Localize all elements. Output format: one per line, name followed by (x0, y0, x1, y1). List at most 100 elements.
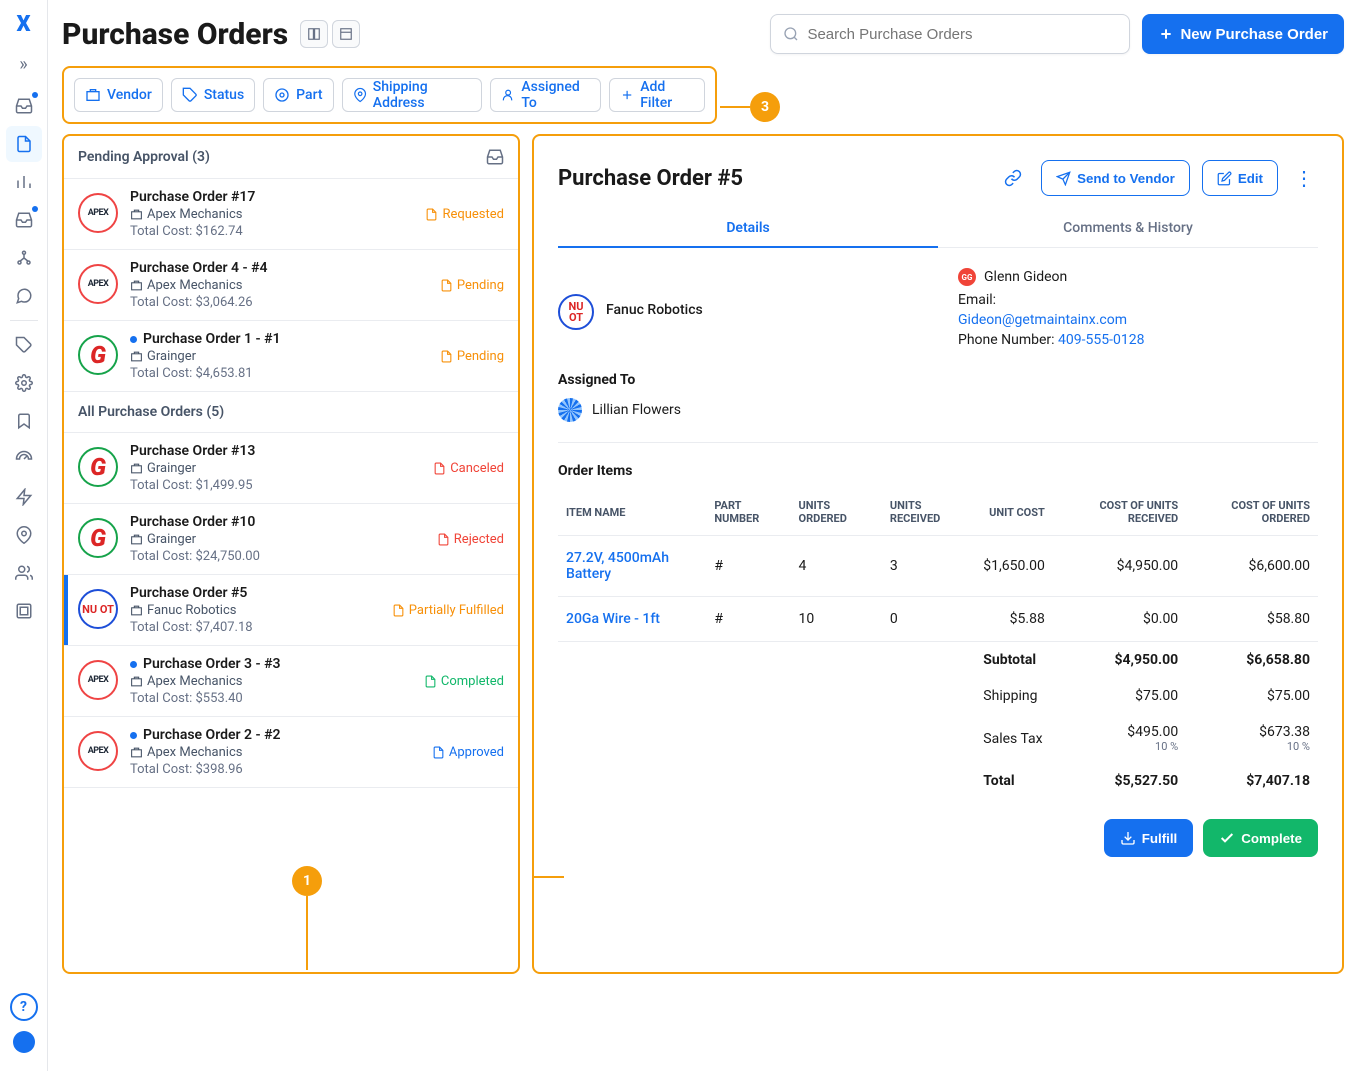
vendor-avatar: NUOT (558, 294, 594, 330)
vendor-avatar-icon: APEX (78, 193, 118, 233)
nav-assets[interactable] (6, 240, 42, 276)
expand-sidebar-icon[interactable]: » (6, 46, 42, 82)
nav-categories[interactable] (6, 327, 42, 363)
vendor-avatar-icon: APEX (78, 731, 118, 771)
download-icon (1120, 830, 1136, 846)
nav-requests[interactable] (6, 202, 42, 238)
page-header: Purchase Orders New Purchase Order (62, 14, 1344, 54)
filter-part[interactable]: Part (263, 78, 333, 112)
nav-bookmark[interactable] (6, 403, 42, 439)
item-name-link[interactable]: 27.2V, 4500mAh Battery (558, 536, 706, 597)
user-avatar[interactable] (13, 1031, 35, 1053)
nav-purchase-orders[interactable] (6, 126, 42, 162)
fulfill-button[interactable]: Fulfill (1104, 819, 1194, 857)
po-list-item[interactable]: APEX Purchase Order 3 - #3 Apex Mechanic… (64, 646, 518, 717)
po-vendor: Apex Mechanics (130, 674, 412, 689)
view-toggle-table[interactable] (332, 20, 360, 48)
nav-locations[interactable] (6, 517, 42, 553)
nav-reporting[interactable] (6, 164, 42, 200)
po-list-item[interactable]: G Purchase Order #13 Grainger Total Cost… (64, 433, 518, 504)
callout-1: 1 (292, 866, 322, 970)
vendor-avatar-icon: APEX (78, 264, 118, 304)
po-cost: Total Cost: $162.74 (130, 224, 413, 239)
po-list-item[interactable]: APEX Purchase Order 2 - #2 Apex Mechanic… (64, 717, 518, 788)
po-cost: Total Cost: $24,750.00 (130, 549, 425, 564)
po-list-item[interactable]: APEX Purchase Order 4 - #4 Apex Mechanic… (64, 250, 518, 321)
po-name: Purchase Order 2 - #2 (130, 727, 420, 743)
view-toggle-split[interactable] (300, 20, 328, 48)
search-input[interactable] (807, 26, 1117, 43)
new-purchase-order-button[interactable]: New Purchase Order (1142, 14, 1344, 54)
nav-teams[interactable] (6, 555, 42, 591)
more-actions-button[interactable]: ⋮ (1290, 166, 1318, 190)
tab-comments-history[interactable]: Comments & History (938, 210, 1318, 247)
app-logo: X (10, 10, 38, 38)
send-to-vendor-button[interactable]: Send to Vendor (1041, 160, 1190, 196)
po-list-item[interactable]: G Purchase Order #10 Grainger Total Cost… (64, 504, 518, 575)
plus-icon (1158, 26, 1174, 42)
vendor-avatar-icon: G (78, 335, 118, 375)
po-vendor: Apex Mechanics (130, 278, 428, 293)
col-item-name: ITEM NAME (558, 489, 706, 536)
search-box[interactable] (770, 14, 1130, 54)
contact-phone[interactable]: 409-555-0128 (1058, 332, 1144, 348)
nav-automations[interactable] (6, 479, 42, 515)
all-orders-header: All Purchase Orders (5) (64, 392, 518, 433)
nav-settings[interactable] (6, 365, 42, 401)
vendor-info: NUOT Fanuc Robotics (558, 268, 918, 352)
po-list-item[interactable]: NU OT Purchase Order #5 Fanuc Robotics T… (64, 575, 518, 646)
po-status: Rejected (437, 514, 504, 564)
assigned-to-label: Assigned To (558, 372, 1318, 388)
po-list-panel: Pending Approval (3) APEX Purchase Order… (62, 134, 520, 974)
po-status: Partially Fulfilled (392, 585, 504, 635)
nav-library[interactable] (6, 593, 42, 629)
contact-info: GG Glenn Gideon Email: Gideon@getmaintai… (958, 268, 1318, 352)
po-status: Requested (425, 189, 504, 239)
edit-button[interactable]: Edit (1202, 160, 1278, 196)
po-status: Approved (432, 727, 504, 777)
po-name: Purchase Order 1 - #1 (130, 331, 428, 347)
check-icon (1219, 830, 1235, 846)
po-name: Purchase Order #13 (130, 443, 421, 459)
po-cost: Total Cost: $3,064.26 (130, 295, 428, 310)
nav-inbox[interactable] (6, 88, 42, 124)
assignee-avatar (558, 398, 582, 422)
pending-approval-header: Pending Approval (3) (64, 136, 518, 179)
po-status: Pending (440, 331, 504, 381)
po-status: Canceled (433, 443, 504, 493)
copy-link-button[interactable] (997, 162, 1029, 194)
po-detail-panel: 2 Purchase Order #5 Send to Vendor Edit … (532, 134, 1344, 974)
approval-icon[interactable] (486, 148, 504, 166)
filter-assigned-to[interactable]: Assigned To (490, 78, 601, 112)
assignee-row: Lillian Flowers (558, 398, 1318, 422)
contact-email[interactable]: Gideon@getmaintainx.com (958, 312, 1127, 328)
detail-title: Purchase Order #5 (558, 166, 985, 191)
po-name: Purchase Order #10 (130, 514, 425, 530)
nav-messages[interactable] (6, 278, 42, 314)
col-unit-cost: UNIT COST (975, 489, 1053, 536)
unread-dot (130, 336, 137, 343)
po-vendor: Apex Mechanics (130, 745, 420, 760)
po-name: Purchase Order #17 (130, 189, 413, 205)
callout-3: 3 (720, 92, 780, 122)
contact-name: Glenn Gideon (984, 269, 1067, 285)
filter-vendor[interactable]: Vendor (74, 78, 163, 112)
contact-initials: GG (958, 268, 976, 286)
filter-shipping-address[interactable]: Shipping Address (342, 78, 483, 112)
item-name-link[interactable]: 20Ga Wire - 1ft (558, 597, 706, 642)
nav-meters[interactable] (6, 441, 42, 477)
complete-button[interactable]: Complete (1203, 819, 1318, 857)
po-list-item[interactable]: APEX Purchase Order #17 Apex Mechanics T… (64, 179, 518, 250)
vendor-avatar-icon: G (78, 447, 118, 487)
po-status: Pending (440, 260, 504, 310)
col-units-received: UNITS RECEIVED (882, 489, 975, 536)
add-filter-button[interactable]: Add Filter (609, 78, 705, 112)
col-units-ordered: UNITS ORDERED (791, 489, 882, 536)
filter-status[interactable]: Status (171, 78, 255, 112)
po-vendor: Grainger (130, 349, 428, 364)
detail-tabs: Details Comments & History (558, 210, 1318, 248)
help-button[interactable]: ? (10, 993, 38, 1021)
po-vendor: Grainger (130, 532, 425, 547)
tab-details[interactable]: Details (558, 210, 938, 248)
po-list-item[interactable]: G Purchase Order 1 - #1 Grainger Total C… (64, 321, 518, 392)
